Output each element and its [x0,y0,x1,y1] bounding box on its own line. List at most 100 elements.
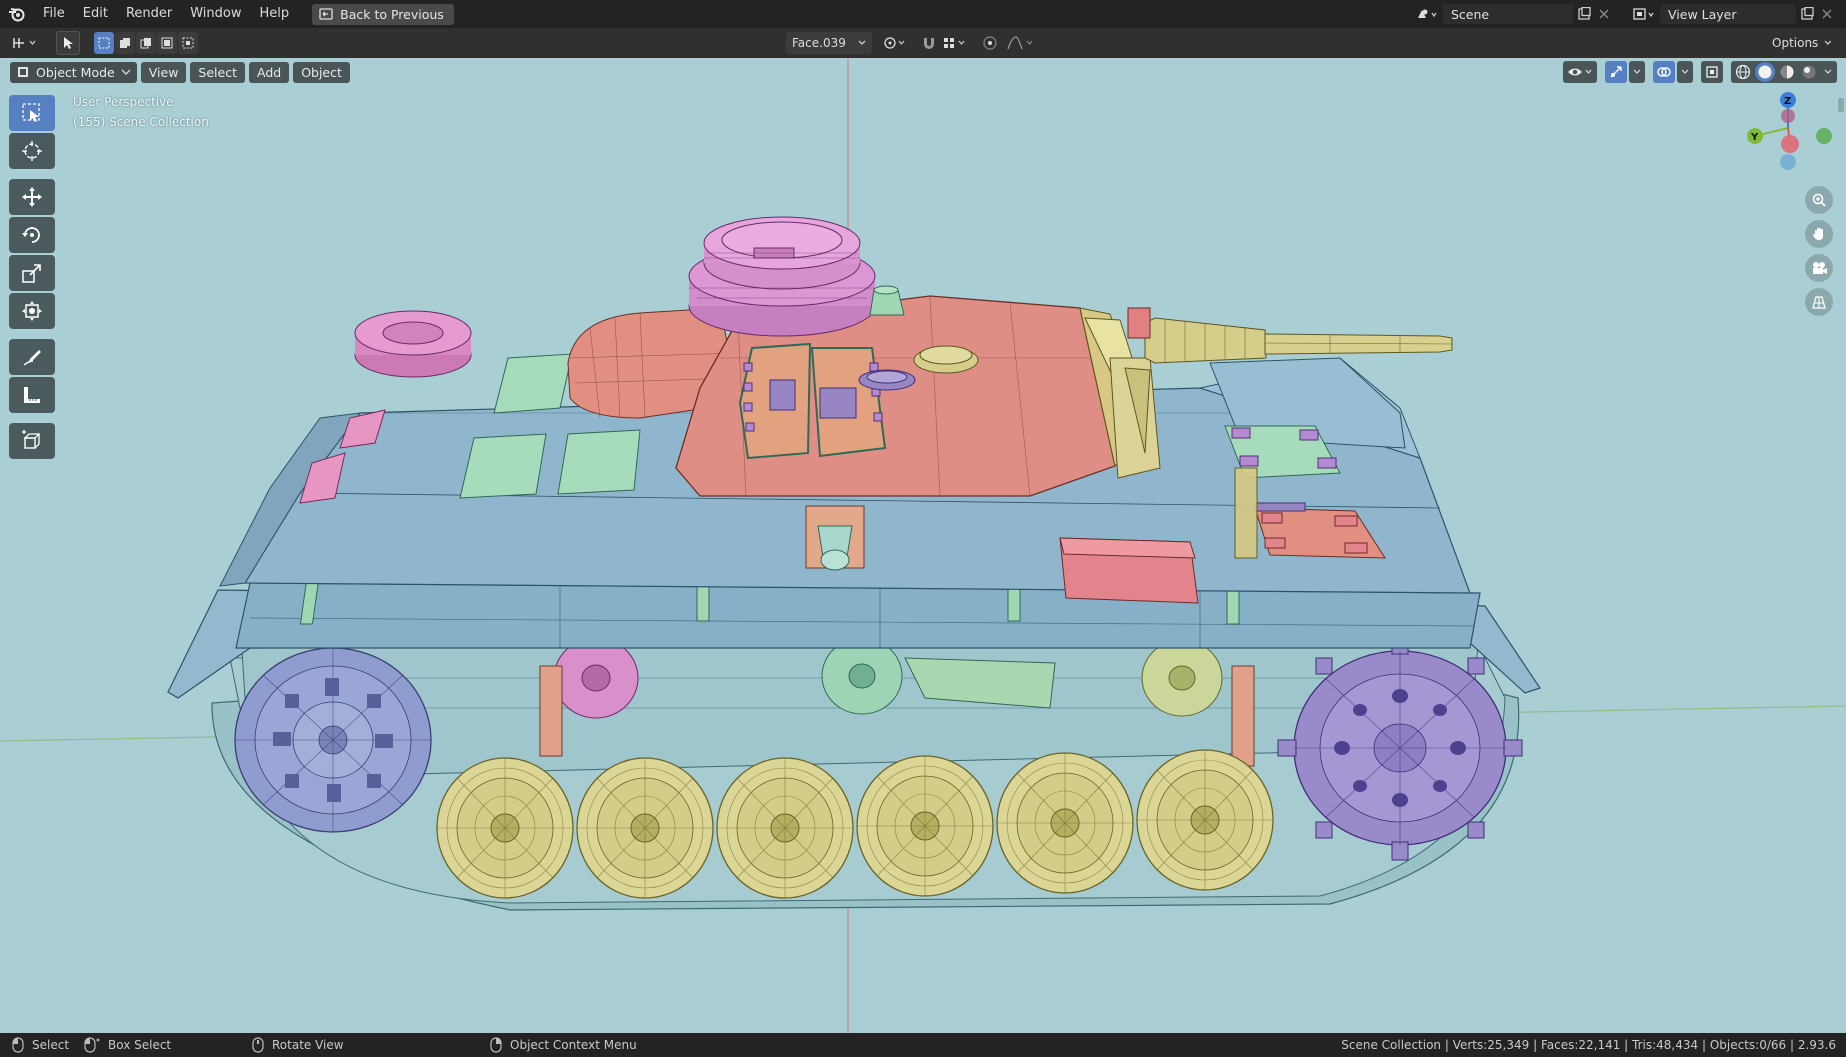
mouse-left-icon [12,1037,24,1053]
move-icon [22,187,42,207]
select-extend-icon[interactable] [115,32,135,54]
tool-add-cube[interactable] [9,423,55,459]
gizmo-dropdown-icon[interactable] [1629,61,1645,83]
chevron-down-icon [1824,40,1832,45]
tool-rotate[interactable] [9,217,55,253]
options-label: Options [1772,36,1819,50]
rotate-icon [22,227,40,243]
tool-select-box[interactable] [9,95,55,131]
tool-annotate[interactable] [9,339,55,375]
falloff-icon[interactable] [1004,33,1038,53]
back-to-previous-button[interactable]: Back to Previous [312,3,454,25]
menu-edit[interactable]: Edit [74,0,117,28]
new-view-layer-icon[interactable] [1796,4,1818,24]
selection-mode-group [94,32,198,54]
transform-pivot-icon[interactable] [880,33,910,53]
snap-to-icon[interactable] [940,33,970,53]
status-context-menu: Object Context Menu [490,1037,637,1053]
axis-y-label: Y [1750,132,1759,143]
status-bar: Select Box Select Rotate View Object Con… [0,1033,1846,1057]
view-layer-icon[interactable] [1630,4,1660,24]
chevron-down-icon [121,69,131,75]
select-subtract-icon[interactable] [136,32,156,54]
new-scene-icon[interactable] [1573,4,1595,24]
shading-mode-group [1731,61,1837,83]
gizmo-toggle-icon[interactable] [1605,61,1627,83]
pan-hand-icon[interactable] [1805,220,1833,248]
measure-icon [24,387,40,403]
back-to-previous-label: Back to Previous [340,6,444,22]
scene-name-field[interactable]: Scene [1443,4,1573,24]
menu-select[interactable]: Select [190,61,245,83]
add-cube-icon [22,430,41,449]
tool-transform[interactable] [9,293,55,329]
face-select-dropdown[interactable]: Face.039 [786,32,872,54]
object-mode-dropdown[interactable]: Object Mode [10,61,137,83]
mouse-drag-icon [84,1037,100,1053]
scene-icon[interactable] [1413,4,1443,24]
overlays-dropdown-icon[interactable] [1677,61,1693,83]
chevron-down-icon [858,40,866,45]
menu-add[interactable]: Add [248,61,290,83]
screen-back-icon [319,8,333,20]
visibility-icon[interactable] [1563,61,1597,83]
face-select-label: Face.039 [792,36,846,50]
status-box-select: Box Select [84,1037,171,1053]
view-layer-selector[interactable]: View Layer [1630,3,1836,25]
mouse-middle-icon [252,1037,264,1053]
tank-3d-model[interactable] [0,58,1846,1033]
close-scene-icon[interactable] [1595,4,1613,24]
close-view-layer-icon[interactable] [1818,4,1836,24]
cursor-icon [22,141,42,161]
select-intersect-icon[interactable] [178,32,198,54]
sidebar-toggle[interactable] [1838,98,1844,112]
tool-cursor[interactable] [9,133,55,169]
view-layer-field[interactable]: View Layer [1660,4,1796,24]
editor-type-icon[interactable] [10,33,42,53]
top-menu-bar: File Edit Render Window Help Back to Pre… [0,0,1846,28]
options-dropdown[interactable]: Options [1766,32,1838,54]
status-rotate: Rotate View [252,1037,344,1053]
perspective-label: User Perspective [73,95,174,109]
zoom-icon[interactable] [1805,186,1833,214]
tool-scale[interactable] [9,255,55,291]
collection-label: (155) Scene Collection [73,115,209,129]
select-new-icon[interactable] [94,32,114,54]
menu-help[interactable]: Help [251,0,299,28]
tool-move[interactable] [9,179,55,215]
overlays-toggle-icon[interactable] [1653,61,1675,83]
scale-icon [22,264,41,283]
status-select-label: Select [32,1038,70,1052]
menu-render[interactable]: Render [117,0,181,28]
scene-statistics: Scene Collection | Verts:25,349 | Faces:… [1341,1038,1836,1052]
status-context-menu-label: Object Context Menu [510,1038,637,1052]
annotate-icon [23,350,41,366]
scene-selector[interactable]: Scene [1413,3,1613,25]
blender-logo-icon[interactable] [0,0,34,28]
blender-window: File Edit Render Window Help Back to Pre… [0,0,1846,1057]
menu-object[interactable]: Object [293,61,350,83]
3d-viewport[interactable]: Object Mode View Select Add Object User … [0,58,1846,1033]
rendered-shading-icon[interactable] [1799,62,1819,82]
shading-dropdown-icon[interactable] [1821,62,1835,82]
xray-toggle-icon[interactable] [1701,61,1723,83]
tool-measure[interactable] [9,377,55,413]
solid-shading-icon[interactable] [1755,62,1775,82]
menu-view[interactable]: View [140,61,187,83]
select-invert-icon[interactable] [157,32,177,54]
grid-ortho-icon[interactable] [1805,288,1833,316]
camera-icon[interactable] [1805,254,1833,282]
object-mode-label: Object Mode [36,64,115,80]
tool-shelf [9,95,55,461]
wireframe-shading-icon[interactable] [1733,62,1753,82]
object-mode-icon [18,67,28,77]
tool-select-icon[interactable] [56,31,80,55]
viewport-header-toolbar: Face.039 Options [0,28,1846,58]
select-box-icon [22,103,40,122]
viewport-shading-controls [1563,60,1837,84]
menu-window[interactable]: Window [181,0,250,28]
proportional-edit-icon[interactable] [980,33,1000,53]
snap-icon[interactable] [920,33,938,53]
material-shading-icon[interactable] [1777,62,1797,82]
menu-file[interactable]: File [34,0,74,28]
